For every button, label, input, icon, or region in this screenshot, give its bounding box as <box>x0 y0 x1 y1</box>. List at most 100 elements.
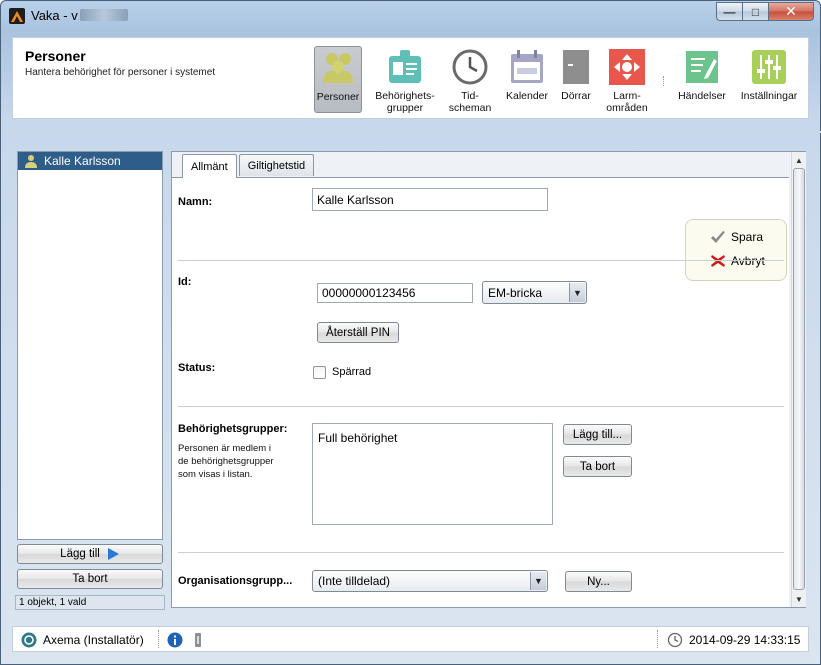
nav-kalender[interactable]: Kalender <box>503 46 551 113</box>
info-button[interactable] <box>167 632 189 648</box>
id-type-select[interactable]: EM-bricka ▼ <box>482 281 587 304</box>
checkmark-icon <box>711 231 725 243</box>
event-log-icon <box>683 48 721 86</box>
save-cancel-panel: Spara Avbryt <box>685 219 787 281</box>
save-button[interactable]: Spara <box>710 230 763 244</box>
nav-separator <box>663 76 665 86</box>
org-select[interactable]: (Inte tilldelad) ▼ <box>312 570 548 592</box>
org-value: (Inte tilldelad) <box>318 574 391 588</box>
close-button[interactable]: ✕ <box>768 2 814 21</box>
status-bar: Axema (Installatör) 2014-09-29 14:33:15 <box>12 626 809 652</box>
connection-indicator <box>193 632 203 648</box>
blocked-checkbox[interactable] <box>313 366 326 379</box>
nav-dorrar[interactable]: Dörrar <box>556 46 596 113</box>
nav-label: Inställningar <box>740 90 798 102</box>
chevron-down-icon: ▼ <box>569 283 585 302</box>
clock-icon <box>451 48 489 86</box>
nav-tidscheman[interactable]: Tid- scheman <box>445 46 495 114</box>
save-label: Spara <box>731 230 764 244</box>
add-group-button[interactable]: Lägg till... <box>563 424 632 445</box>
tab-strip: Allmänt Giltighetstid <box>182 154 316 178</box>
title-bar: Vaka - v — □ ✕ <box>1 1 820 31</box>
add-person-button[interactable]: Lägg till <box>17 544 163 564</box>
list-item[interactable]: Full behörighet <box>313 424 552 445</box>
vaka-logo-icon <box>9 8 25 24</box>
arrow-right-icon <box>107 548 119 560</box>
alarm-area-icon <box>608 48 646 86</box>
id-label: Id: <box>178 276 192 288</box>
cross-icon <box>711 255 725 267</box>
cancel-label: Avbryt <box>731 254 765 268</box>
new-org-label: Ny... <box>587 575 610 588</box>
app-window: Vaka - v — □ ✕ Personer Hantera behörigh… <box>0 0 821 665</box>
tab-allmant[interactable]: Allmänt <box>182 154 237 178</box>
divider <box>178 406 784 407</box>
nav-larmomraden[interactable]: Larm- områden <box>603 46 651 114</box>
nav-label: Tid- <box>461 90 479 102</box>
list-status: 1 objekt, 1 vald <box>15 595 165 610</box>
scroll-down-icon[interactable]: ▼ <box>792 592 806 606</box>
nav-label-2: scheman <box>448 102 492 114</box>
clock-icon <box>667 632 683 648</box>
remove-group-button[interactable]: Ta bort <box>563 456 632 477</box>
nav-personer[interactable]: Personer <box>314 46 362 113</box>
groups-hint-line: som visas i listan. <box>178 469 253 480</box>
nav-label: Kalender <box>505 90 549 102</box>
add-person-label: Lägg till <box>60 548 100 560</box>
groups-hint-line: Personen är medlem i <box>178 443 271 454</box>
nav-handelser[interactable]: Händelser <box>676 46 728 113</box>
name-field[interactable]: Kalle Karlsson <box>312 188 548 211</box>
people-icon <box>319 49 357 87</box>
user-name: Axema (Installatör) <box>43 633 144 647</box>
scroll-thumb[interactable] <box>793 168 805 590</box>
nav-installningar[interactable]: Inställningar <box>737 46 801 113</box>
nav-label: Dörrar <box>561 90 591 102</box>
new-org-button[interactable]: Ny... <box>565 571 632 592</box>
header-divider <box>1 131 821 133</box>
nav-behorighetsgrupper[interactable]: Behörighets- grupper <box>371 46 439 114</box>
reset-pin-button[interactable]: Återställ PIN <box>317 322 399 343</box>
status-divider <box>158 630 159 648</box>
groups-list[interactable]: Full behörighet <box>312 423 553 525</box>
door-icon <box>557 48 595 86</box>
nav-label: Personer <box>316 91 360 103</box>
remove-person-button[interactable]: Ta bort <box>17 569 163 589</box>
settings-sliders-icon <box>750 48 788 86</box>
tab-content: Namn: Kalle Karlsson Spara Avbryt Id: 00… <box>172 177 789 607</box>
maximize-button[interactable]: □ <box>742 2 769 21</box>
calendar-icon <box>508 48 546 86</box>
id-type-value: EM-bricka <box>488 285 543 300</box>
clock-display: 2014-09-29 14:33:15 <box>667 632 800 648</box>
nav-label: Larm- <box>613 90 641 102</box>
detail-panel: Allmänt Giltighetstid Namn: Kalle Karlss… <box>171 151 806 608</box>
id-field[interactable]: 00000000123456 <box>317 283 473 303</box>
scroll-up-icon[interactable]: ▲ <box>792 153 806 167</box>
vertical-scrollbar[interactable]: ▲ ▼ <box>791 152 806 607</box>
name-label: Namn: <box>178 196 213 208</box>
status-label: Status: <box>178 362 216 374</box>
divider <box>178 552 784 553</box>
person-icon <box>25 155 37 168</box>
page-subtitle: Hantera behörighet för personer i system… <box>25 67 216 78</box>
status-divider <box>657 630 658 648</box>
person-list[interactable]: Kalle Karlsson <box>17 151 163 540</box>
list-item-label: Kalle Karlsson <box>44 154 121 168</box>
groups-hint: Personen är medlem i de behörighetsgrupp… <box>178 442 274 481</box>
window-title: Vaka - v <box>31 8 128 23</box>
blurred-version <box>79 9 128 21</box>
id-badge-icon <box>386 48 424 86</box>
divider <box>178 260 784 261</box>
groups-hint-line: de behörighetsgrupper <box>178 456 274 467</box>
cancel-button[interactable]: Avbryt <box>710 254 765 268</box>
list-item[interactable]: Kalle Karlsson <box>18 152 162 170</box>
connector-icon <box>195 633 201 647</box>
add-group-label: Lägg till... <box>572 428 623 441</box>
org-label: Organisationsgrupp... <box>178 575 293 587</box>
blocked-label: Spärrad <box>332 366 372 378</box>
nav-label-2: områden <box>606 102 648 114</box>
minimize-button[interactable]: — <box>716 2 743 21</box>
tab-giltighetstid[interactable]: Giltighetstid <box>238 154 315 176</box>
user-status-icon <box>21 632 37 648</box>
chevron-down-icon: ▼ <box>530 572 546 590</box>
nav-label-2: grupper <box>386 102 424 114</box>
